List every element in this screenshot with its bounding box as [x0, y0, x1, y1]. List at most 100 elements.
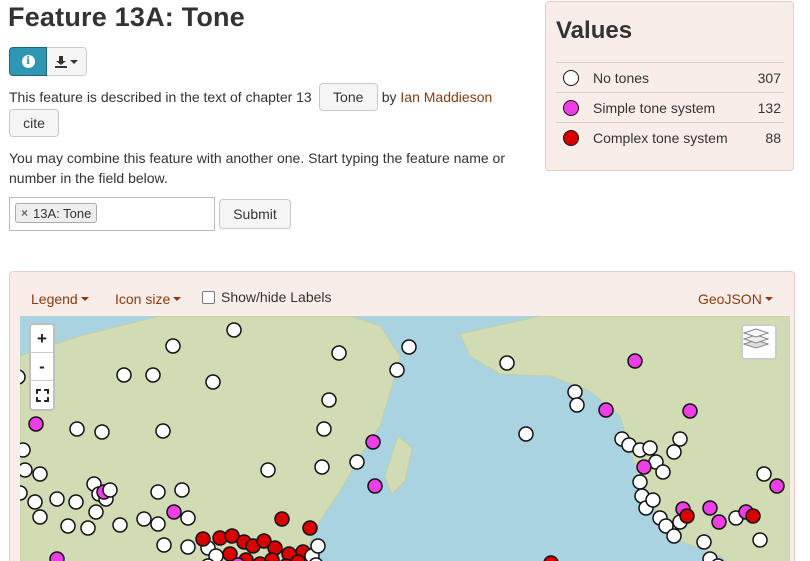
marker-simple-tone[interactable]	[166, 504, 182, 520]
marker-simple-tone[interactable]	[365, 434, 381, 450]
marker-no-tones[interactable]	[156, 537, 172, 553]
icon-size-dropdown[interactable]: Icon size	[115, 291, 182, 307]
marker-complex-tone[interactable]	[264, 552, 280, 561]
marker-simple-tone[interactable]	[28, 416, 44, 432]
marker-no-tones[interactable]	[94, 424, 110, 440]
marker-simple-tone[interactable]	[636, 459, 652, 475]
marker-no-tones[interactable]	[569, 397, 585, 413]
marker-no-tones[interactable]	[20, 485, 28, 501]
tag-remove-icon[interactable]: ×	[21, 206, 28, 220]
value-count: 132	[757, 99, 781, 116]
zoom-out-button[interactable]: -	[31, 353, 53, 381]
chapter-button[interactable]: Tone	[318, 83, 378, 111]
map-panel: Legend Icon size Show/hide Labels GeoJSO…	[9, 271, 795, 561]
marker-no-tones[interactable]	[20, 442, 31, 458]
marker-no-tones[interactable]	[567, 384, 583, 400]
labels-toggle[interactable]: Show/hide Labels	[202, 289, 332, 305]
download-dropdown-button[interactable]	[47, 47, 87, 76]
marker-no-tones[interactable]	[116, 367, 132, 383]
marker-complex-tone[interactable]	[302, 520, 318, 536]
marker-no-tones[interactable]	[666, 444, 682, 460]
marker-no-tones[interactable]	[150, 516, 166, 532]
marker-simple-tone[interactable]	[702, 500, 718, 516]
author-link[interactable]: Ian Maddieson	[400, 89, 492, 105]
marker-no-tones[interactable]	[145, 367, 161, 383]
marker-complex-tone[interactable]	[679, 508, 695, 524]
marker-simple-tone[interactable]	[49, 551, 65, 561]
marker-no-tones[interactable]	[88, 504, 104, 520]
marker-no-tones[interactable]	[655, 464, 671, 480]
marker-no-tones[interactable]	[696, 534, 712, 550]
value-row-complex-tone[interactable]: Complex tone system 88	[556, 122, 784, 152]
marker-no-tones[interactable]	[102, 482, 118, 498]
world-map[interactable]: + -	[20, 316, 790, 561]
feature-combine-input[interactable]: × 13A: Tone	[9, 197, 215, 231]
layers-button[interactable]	[741, 324, 777, 360]
marker-no-tones[interactable]	[155, 423, 171, 439]
geojson-dropdown[interactable]: GeoJSON	[698, 291, 773, 307]
feature-actions: i	[9, 47, 87, 76]
marker-no-tones[interactable]	[499, 355, 515, 371]
marker-no-tones[interactable]	[316, 421, 332, 437]
marker-complex-tone[interactable]	[543, 555, 559, 561]
marker-no-tones[interactable]	[27, 494, 43, 510]
marker-no-tones[interactable]	[642, 440, 658, 456]
marker-no-tones[interactable]	[310, 538, 326, 554]
marker-no-tones[interactable]	[389, 362, 405, 378]
fullscreen-button[interactable]	[31, 381, 53, 409]
marker-no-tones[interactable]	[180, 539, 196, 555]
zoom-in-button[interactable]: +	[31, 325, 53, 353]
marker-no-tones[interactable]	[112, 517, 128, 533]
marker-simple-tone[interactable]	[367, 478, 383, 494]
cite-button[interactable]: cite	[9, 109, 59, 137]
marker-no-tones[interactable]	[349, 454, 365, 470]
fullscreen-icon	[35, 388, 49, 402]
marker-no-tones[interactable]	[645, 492, 661, 508]
marker-no-tones[interactable]	[314, 459, 330, 475]
submit-button[interactable]: Submit	[219, 199, 291, 229]
legend-dropdown[interactable]: Legend	[31, 291, 89, 307]
marker-no-tones[interactable]	[150, 484, 166, 500]
marker-no-tones[interactable]	[632, 474, 648, 490]
marker-complex-tone[interactable]	[745, 508, 761, 524]
marker-no-tones[interactable]	[69, 421, 85, 437]
labels-checkbox[interactable]	[202, 290, 215, 304]
marker-simple-tone[interactable]	[711, 514, 727, 530]
icon-size-label: Icon size	[115, 291, 171, 307]
marker-complex-tone[interactable]	[195, 531, 211, 547]
marker-simple-tone[interactable]	[598, 402, 614, 418]
marker-no-tones[interactable]	[165, 338, 181, 354]
marker-no-tones[interactable]	[518, 426, 534, 442]
marker-no-tones[interactable]	[331, 345, 347, 361]
marker-simple-tone[interactable]	[682, 403, 698, 419]
marker-no-tones[interactable]	[49, 491, 65, 507]
marker-no-tones[interactable]	[20, 462, 33, 478]
legend-label: Legend	[31, 291, 78, 307]
marker-no-tones[interactable]	[60, 518, 76, 534]
marker-no-tones[interactable]	[180, 510, 196, 526]
marker-simple-tone[interactable]	[769, 478, 785, 494]
info-button[interactable]: i	[9, 47, 47, 76]
value-row-no-tones[interactable]: No tones 307	[556, 62, 784, 92]
marker-no-tones[interactable]	[68, 494, 84, 510]
marker-no-tones[interactable]	[756, 466, 772, 482]
marker-no-tones[interactable]	[32, 466, 48, 482]
marker-no-tones[interactable]	[226, 322, 242, 338]
marker-complex-tone[interactable]	[274, 511, 290, 527]
marker-no-tones[interactable]	[666, 528, 682, 544]
chevron-down-icon	[764, 297, 773, 301]
download-icon	[55, 55, 67, 68]
marker-no-tones[interactable]	[321, 392, 337, 408]
marker-no-tones[interactable]	[174, 482, 190, 498]
marker-no-tones[interactable]	[80, 520, 96, 536]
marker-simple-tone[interactable]	[627, 353, 643, 369]
info-icon: i	[21, 55, 35, 68]
marker-no-tones[interactable]	[136, 511, 152, 527]
marker-no-tones[interactable]	[672, 431, 688, 447]
marker-no-tones[interactable]	[205, 374, 221, 390]
marker-no-tones[interactable]	[401, 339, 417, 355]
marker-no-tones[interactable]	[260, 462, 276, 478]
marker-no-tones[interactable]	[752, 532, 768, 548]
marker-no-tones[interactable]	[32, 509, 48, 525]
value-row-simple-tone[interactable]: Simple tone system 132	[556, 92, 784, 122]
